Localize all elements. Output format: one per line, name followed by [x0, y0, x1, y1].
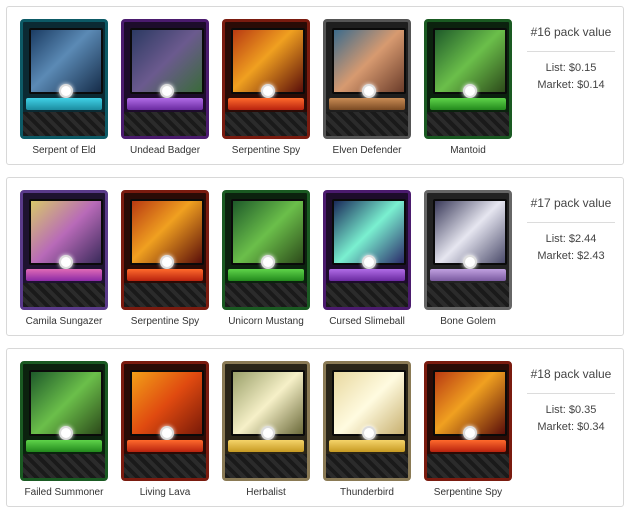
rarity-gem-icon — [160, 426, 174, 440]
card-band — [127, 269, 203, 281]
card-stats-area — [124, 454, 206, 478]
card-band — [430, 440, 506, 452]
rarity-gem-icon — [463, 426, 477, 440]
card-stats-area — [23, 283, 105, 307]
card-name: Bone Golem — [440, 316, 496, 327]
rarity-gem-icon — [362, 426, 376, 440]
card-band — [430, 98, 506, 110]
market-price: Market: $2.43 — [537, 250, 605, 262]
card-name: Mantoid — [450, 145, 486, 156]
rarity-gem-icon — [59, 255, 73, 269]
rarity-gem-icon — [59, 426, 73, 440]
card-stats-area — [326, 454, 408, 478]
rarity-gem-icon — [261, 426, 275, 440]
card-undead-badger[interactable] — [121, 19, 209, 139]
card-mantoid[interactable] — [424, 19, 512, 139]
card-name: Living Lava — [139, 487, 191, 498]
pack-value-title: #18 pack value — [530, 367, 612, 381]
pack-value-title: #17 pack value — [530, 196, 612, 210]
divider — [527, 222, 615, 223]
card-stats-area — [124, 283, 206, 307]
card-name: Unicorn Mustang — [228, 316, 304, 327]
card-band — [26, 98, 102, 110]
card-name: Serpent of Eld — [32, 145, 96, 156]
card-stats-area — [23, 112, 105, 136]
card-stats-area — [427, 112, 509, 136]
card-stats-area — [326, 112, 408, 136]
card-stats-area — [225, 112, 307, 136]
pack-17: Camila Sungazer Serpentine Spy Unicorn M… — [6, 177, 624, 336]
card-bone-golem[interactable] — [424, 190, 512, 310]
market-price: Market: $0.14 — [537, 79, 605, 91]
card-living-lava[interactable] — [121, 361, 209, 481]
card-name: Undead Badger — [129, 145, 201, 156]
card-band — [228, 98, 304, 110]
rarity-gem-icon — [160, 255, 174, 269]
card-herbalist[interactable] — [222, 361, 310, 481]
card-cursed-slimeball[interactable] — [323, 190, 411, 310]
card-name: Herbalist — [246, 487, 286, 498]
rarity-gem-icon — [362, 84, 376, 98]
card-serpentine-spy[interactable] — [222, 19, 310, 139]
card-name: Elven Defender — [332, 145, 402, 156]
card-unicorn-mustang[interactable] — [222, 190, 310, 310]
divider — [527, 51, 615, 52]
pack-16: Serpent of Eld Undead Badger Serpentine … — [6, 6, 624, 165]
rarity-gem-icon — [463, 84, 477, 98]
rarity-gem-icon — [463, 255, 477, 269]
rarity-gem-icon — [261, 255, 275, 269]
card-name: Thunderbird — [340, 487, 394, 498]
pack-value-panel: #17 pack value List: $2.44 Market: $2.43 — [527, 188, 615, 265]
card-serpentine-spy[interactable] — [121, 190, 209, 310]
card-thunderbird[interactable] — [323, 361, 411, 481]
divider — [527, 393, 615, 394]
card-name: Failed Summoner — [24, 487, 104, 498]
list-price: List: $2.44 — [545, 233, 597, 245]
card-camila-sungazer[interactable] — [20, 190, 108, 310]
rarity-gem-icon — [160, 84, 174, 98]
card-band — [329, 269, 405, 281]
card-band — [127, 98, 203, 110]
pack-value-panel: #16 pack value List: $0.15 Market: $0.14 — [527, 17, 615, 94]
card-name: Cursed Slimeball — [329, 316, 405, 327]
card-stats-area — [23, 454, 105, 478]
card-row: Failed Summoner Living Lava Herbalist Th… — [7, 349, 517, 506]
pack-18: Failed Summoner Living Lava Herbalist Th… — [6, 348, 624, 507]
rarity-gem-icon — [261, 84, 275, 98]
card-row: Camila Sungazer Serpentine Spy Unicorn M… — [7, 178, 517, 335]
card-failed-summoner[interactable] — [20, 361, 108, 481]
card-stats-area — [427, 454, 509, 478]
card-stats-area — [326, 283, 408, 307]
card-band — [127, 440, 203, 452]
pack-value-panel: #18 pack value List: $0.35 Market: $0.34 — [527, 359, 615, 436]
card-band — [329, 440, 405, 452]
rarity-gem-icon — [59, 84, 73, 98]
market-price: Market: $0.34 — [537, 421, 605, 433]
card-band — [430, 269, 506, 281]
card-name: Serpentine Spy — [231, 145, 301, 156]
card-serpentine-spy[interactable] — [424, 361, 512, 481]
card-band — [26, 440, 102, 452]
card-band — [228, 440, 304, 452]
card-band — [228, 269, 304, 281]
card-stats-area — [225, 283, 307, 307]
card-serpent-of-eld[interactable] — [20, 19, 108, 139]
rarity-gem-icon — [362, 255, 376, 269]
card-name: Serpentine Spy — [130, 316, 200, 327]
list-price: List: $0.35 — [545, 404, 597, 416]
card-band — [329, 98, 405, 110]
card-name: Serpentine Spy — [433, 487, 503, 498]
card-stats-area — [225, 454, 307, 478]
pack-value-title: #16 pack value — [530, 25, 612, 39]
card-row: Serpent of Eld Undead Badger Serpentine … — [7, 7, 517, 164]
card-stats-area — [427, 283, 509, 307]
list-price: List: $0.15 — [545, 62, 597, 74]
card-name: Camila Sungazer — [25, 316, 103, 327]
card-elven-defender[interactable] — [323, 19, 411, 139]
card-stats-area — [124, 112, 206, 136]
card-band — [26, 269, 102, 281]
